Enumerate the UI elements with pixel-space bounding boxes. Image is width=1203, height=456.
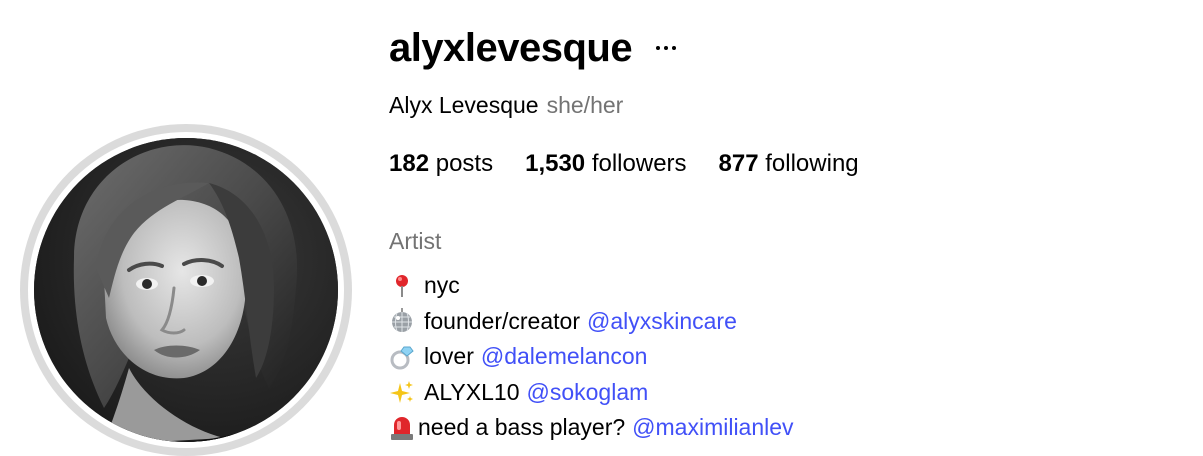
posts-stat: 182 posts: [389, 149, 493, 179]
ring-icon: [389, 344, 415, 370]
bio-line-text: founder/creator: [424, 307, 580, 334]
bio-line-text: nyc: [424, 272, 460, 298]
avatar-border: [28, 132, 344, 448]
bio-line-text: lover: [424, 343, 474, 369]
bio-line: need a bass player? @maximilianlev: [389, 410, 794, 446]
mention-link[interactable]: @alyxskincare: [587, 304, 737, 340]
username-row: alyxlevesque: [389, 22, 678, 74]
posts-label: posts: [435, 150, 494, 177]
bio-line: founder/creator @alyxskincare: [389, 304, 794, 340]
more-options-icon-dot: [664, 46, 669, 50]
followers-count: 1,530: [525, 150, 586, 177]
avatar-ring[interactable]: [20, 124, 352, 456]
mirror-ball-icon: [389, 308, 415, 334]
display-name: Alyx Levesque: [389, 92, 539, 118]
avatar[interactable]: [34, 138, 338, 442]
name-row: Alyx Levesque she/her: [389, 90, 623, 120]
bio-line-text: need a bass player?: [418, 414, 626, 440]
pronouns: she/her: [546, 92, 624, 118]
bio-line-text: ALYXL10: [424, 378, 520, 405]
avatar-photo-image: [34, 138, 338, 442]
mention-link[interactable]: @maximilianlev: [632, 410, 793, 446]
profile-category: Artist: [389, 228, 442, 254]
bio-line: lover @dalemelancon: [389, 339, 794, 375]
police-light-icon: [389, 415, 415, 441]
username: alyxlevesque: [389, 26, 633, 70]
mention-link[interactable]: @sokoglam: [526, 375, 648, 411]
followers-label: followers: [591, 150, 687, 177]
posts-count: 182: [389, 150, 430, 177]
sparkles-icon: [389, 379, 415, 405]
following-count: 877: [718, 150, 759, 177]
more-options-icon-dot: [672, 46, 677, 50]
followers-stat[interactable]: 1,530 followers: [525, 149, 686, 179]
more-options-button[interactable]: [654, 36, 678, 60]
round-pushpin-icon: [389, 273, 415, 299]
following-stat[interactable]: 877 following: [719, 149, 859, 179]
more-options-icon: [656, 46, 661, 50]
profile-stats: 182 posts 1,530 followers 877 following: [389, 149, 891, 179]
bio: nyc founder/creator @alyxskincare lover …: [389, 268, 794, 446]
bio-line: ALYXL10 @sokoglam: [389, 375, 794, 411]
mention-link[interactable]: @dalemelancon: [481, 339, 648, 375]
bio-line: nyc: [389, 268, 794, 304]
following-label: following: [765, 150, 859, 177]
